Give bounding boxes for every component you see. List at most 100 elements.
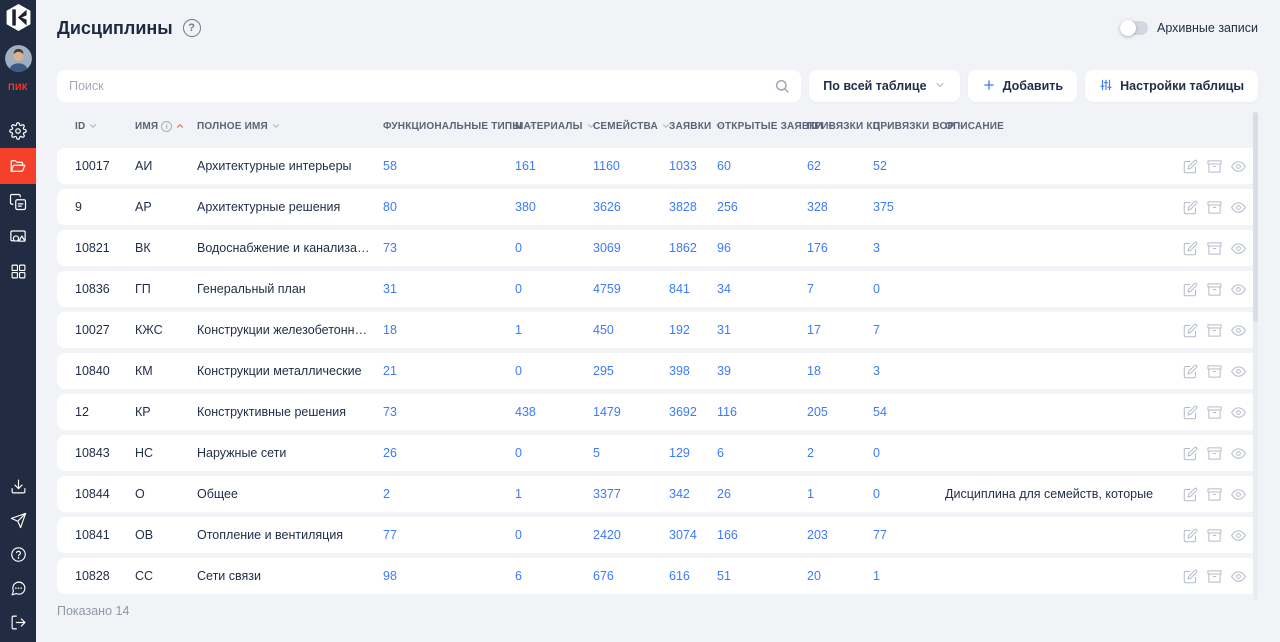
cell-families[interactable]: 1160 bbox=[593, 159, 669, 173]
edit-button[interactable] bbox=[1183, 323, 1198, 338]
cell-kc_bindings[interactable]: 17 bbox=[807, 323, 873, 337]
cell-requests[interactable]: 1862 bbox=[669, 241, 717, 255]
cell-open_requests[interactable]: 60 bbox=[717, 159, 807, 173]
column-header-materials[interactable]: МАТЕРИАЛЫ bbox=[515, 121, 593, 132]
edit-button[interactable] bbox=[1183, 282, 1198, 297]
cell-open_requests[interactable]: 34 bbox=[717, 282, 807, 296]
cell-requests[interactable]: 342 bbox=[669, 487, 717, 501]
sidebar-item-logout[interactable] bbox=[0, 605, 36, 639]
cell-requests[interactable]: 841 bbox=[669, 282, 717, 296]
cell-requests[interactable]: 1033 bbox=[669, 159, 717, 173]
cell-functional_types[interactable]: 80 bbox=[383, 200, 515, 214]
cell-requests[interactable]: 129 bbox=[669, 446, 717, 460]
cell-functional_types[interactable]: 31 bbox=[383, 282, 515, 296]
cell-vor_bindings[interactable]: 375 bbox=[873, 200, 945, 214]
scrollbar-thumb[interactable] bbox=[1253, 112, 1258, 322]
search-scope-select[interactable]: По всей таблице bbox=[809, 70, 959, 102]
cell-materials[interactable]: 438 bbox=[515, 405, 593, 419]
cell-vor_bindings[interactable]: 77 bbox=[873, 528, 945, 542]
cell-families[interactable]: 450 bbox=[593, 323, 669, 337]
cell-functional_types[interactable]: 98 bbox=[383, 569, 515, 583]
cell-vor_bindings[interactable]: 0 bbox=[873, 446, 945, 460]
cell-families[interactable]: 1479 bbox=[593, 405, 669, 419]
cell-kc_bindings[interactable]: 176 bbox=[807, 241, 873, 255]
archive-button[interactable] bbox=[1207, 569, 1222, 584]
edit-button[interactable] bbox=[1183, 487, 1198, 502]
eye-button[interactable] bbox=[1231, 487, 1246, 502]
column-header-open_requests[interactable]: ОТКРЫТЫЕ ЗАЯВКИ bbox=[717, 121, 807, 132]
cell-functional_types[interactable]: 73 bbox=[383, 405, 515, 419]
user-avatar[interactable] bbox=[5, 45, 32, 72]
cell-vor_bindings[interactable]: 0 bbox=[873, 282, 945, 296]
column-header-functional_types[interactable]: ФУНКЦИОНАЛЬНЫЕ ТИПЫ bbox=[383, 121, 515, 132]
cell-vor_bindings[interactable]: 52 bbox=[873, 159, 945, 173]
cell-families[interactable]: 3377 bbox=[593, 487, 669, 501]
cell-materials[interactable]: 0 bbox=[515, 528, 593, 542]
cell-functional_types[interactable]: 58 bbox=[383, 159, 515, 173]
archive-button[interactable] bbox=[1207, 446, 1222, 461]
cell-requests[interactable]: 616 bbox=[669, 569, 717, 583]
cell-kc_bindings[interactable]: 203 bbox=[807, 528, 873, 542]
cell-requests[interactable]: 3828 bbox=[669, 200, 717, 214]
cell-open_requests[interactable]: 26 bbox=[717, 487, 807, 501]
sidebar-item-help[interactable] bbox=[0, 537, 36, 571]
archive-button[interactable] bbox=[1207, 282, 1222, 297]
archive-button[interactable] bbox=[1207, 241, 1222, 256]
cell-kc_bindings[interactable]: 18 bbox=[807, 364, 873, 378]
column-header-requests[interactable]: ЗАЯВКИ bbox=[669, 121, 717, 132]
cell-open_requests[interactable]: 166 bbox=[717, 528, 807, 542]
sidebar-item-grid[interactable] bbox=[0, 254, 36, 289]
eye-button[interactable] bbox=[1231, 159, 1246, 174]
cell-functional_types[interactable]: 73 bbox=[383, 241, 515, 255]
cell-kc_bindings[interactable]: 2 bbox=[807, 446, 873, 460]
add-button[interactable]: Добавить bbox=[968, 70, 1078, 102]
eye-button[interactable] bbox=[1231, 323, 1246, 338]
cell-kc_bindings[interactable]: 205 bbox=[807, 405, 873, 419]
cell-requests[interactable]: 398 bbox=[669, 364, 717, 378]
cell-families[interactable]: 5 bbox=[593, 446, 669, 460]
cell-families[interactable]: 2420 bbox=[593, 528, 669, 542]
cell-vor_bindings[interactable]: 3 bbox=[873, 241, 945, 255]
cell-kc_bindings[interactable]: 328 bbox=[807, 200, 873, 214]
sidebar-item-layers[interactable] bbox=[0, 184, 36, 219]
cell-requests[interactable]: 192 bbox=[669, 323, 717, 337]
cell-materials[interactable]: 0 bbox=[515, 364, 593, 378]
archive-button[interactable] bbox=[1207, 200, 1222, 215]
column-header-name[interactable]: ИМЯi bbox=[135, 121, 197, 132]
edit-button[interactable] bbox=[1183, 569, 1198, 584]
cell-functional_types[interactable]: 2 bbox=[383, 487, 515, 501]
cell-families[interactable]: 295 bbox=[593, 364, 669, 378]
archive-button[interactable] bbox=[1207, 364, 1222, 379]
edit-button[interactable] bbox=[1183, 528, 1198, 543]
cell-vor_bindings[interactable]: 1 bbox=[873, 569, 945, 583]
eye-button[interactable] bbox=[1231, 528, 1246, 543]
cell-vor_bindings[interactable]: 3 bbox=[873, 364, 945, 378]
edit-button[interactable] bbox=[1183, 200, 1198, 215]
sidebar-item-shapes[interactable] bbox=[0, 219, 36, 254]
cell-materials[interactable]: 380 bbox=[515, 200, 593, 214]
sidebar-item-gear[interactable] bbox=[0, 113, 36, 148]
cell-vor_bindings[interactable]: 0 bbox=[873, 487, 945, 501]
cell-open_requests[interactable]: 6 bbox=[717, 446, 807, 460]
eye-button[interactable] bbox=[1231, 200, 1246, 215]
search-input[interactable] bbox=[57, 70, 801, 102]
edit-button[interactable] bbox=[1183, 446, 1198, 461]
column-header-families[interactable]: СЕМЕЙСТВА bbox=[593, 121, 669, 132]
cell-materials[interactable]: 1 bbox=[515, 487, 593, 501]
cell-kc_bindings[interactable]: 1 bbox=[807, 487, 873, 501]
cell-open_requests[interactable]: 116 bbox=[717, 405, 807, 419]
column-header-vor_bindings[interactable]: ПРИВЯЗКИ ВОР bbox=[873, 121, 945, 132]
edit-button[interactable] bbox=[1183, 159, 1198, 174]
eye-button[interactable] bbox=[1231, 569, 1246, 584]
archive-toggle[interactable] bbox=[1120, 21, 1148, 35]
archive-button[interactable] bbox=[1207, 159, 1222, 174]
column-header-id[interactable]: ID bbox=[75, 121, 135, 132]
cell-open_requests[interactable]: 96 bbox=[717, 241, 807, 255]
eye-button[interactable] bbox=[1231, 241, 1246, 256]
cell-vor_bindings[interactable]: 54 bbox=[873, 405, 945, 419]
cell-families[interactable]: 3626 bbox=[593, 200, 669, 214]
cell-families[interactable]: 4759 bbox=[593, 282, 669, 296]
cell-materials[interactable]: 0 bbox=[515, 282, 593, 296]
eye-button[interactable] bbox=[1231, 364, 1246, 379]
archive-button[interactable] bbox=[1207, 528, 1222, 543]
